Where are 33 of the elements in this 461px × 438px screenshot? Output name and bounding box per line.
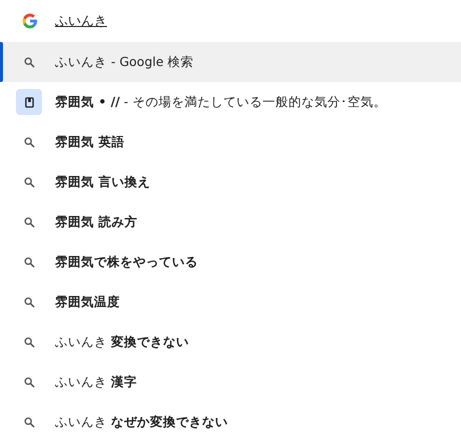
suggestion-text: 雰囲気で株をやっている (55, 254, 198, 270)
google-logo-icon (22, 13, 38, 29)
suggestion-item[interactable]: ふいんき 変換できない (0, 322, 461, 362)
suggestion-item[interactable]: ふいんき 漢字 (0, 362, 461, 402)
search-icon (24, 256, 35, 268)
search-field[interactable]: ふいんき (55, 14, 355, 28)
suggestion-item[interactable]: 雰囲気 • // - その場を満たしている一般的な気分･空気。 (0, 82, 461, 122)
search-icon (24, 56, 35, 68)
search-icon (24, 176, 35, 188)
search-icon (24, 416, 35, 428)
suggestion-item[interactable]: 雰囲気 言い換え (0, 162, 461, 202)
suggestion-text: ふいんき 漢字 (55, 374, 137, 390)
suggestion-text: ふいんき 変換できない (55, 334, 189, 350)
suggestion-item[interactable]: 雰囲気温度 (0, 282, 461, 322)
book-icon (16, 89, 42, 115)
suggestion-text: ふいんき - Google 検索 (55, 54, 194, 70)
suggestion-item[interactable]: ふいんき なぜか変換できない (0, 402, 461, 438)
suggestion-text: 雰囲気 • // - その場を満たしている一般的な気分･空気。 (55, 94, 386, 110)
suggestion-item[interactable]: 雰囲気 読み方 (0, 202, 461, 242)
search-icon (24, 376, 35, 388)
suggestion-text: 雰囲気 読み方 (55, 214, 138, 230)
search-icon (24, 296, 35, 308)
suggestion-item[interactable]: 雰囲気で株をやっている (0, 242, 461, 282)
suggestion-text: ふいんき なぜか変換できない (55, 414, 228, 430)
suggestion-item[interactable]: 雰囲気 英語 (0, 122, 461, 162)
suggestion-item[interactable]: ふいんき - Google 検索 (0, 42, 461, 82)
selection-indicator (0, 42, 3, 82)
suggestion-text: 雰囲気 言い換え (55, 174, 150, 190)
search-icon (24, 336, 35, 348)
search-icon (24, 136, 35, 148)
suggestion-text: 雰囲気温度 (55, 294, 120, 310)
suggestion-text: 雰囲気 英語 (55, 134, 124, 150)
search-icon (24, 216, 35, 228)
